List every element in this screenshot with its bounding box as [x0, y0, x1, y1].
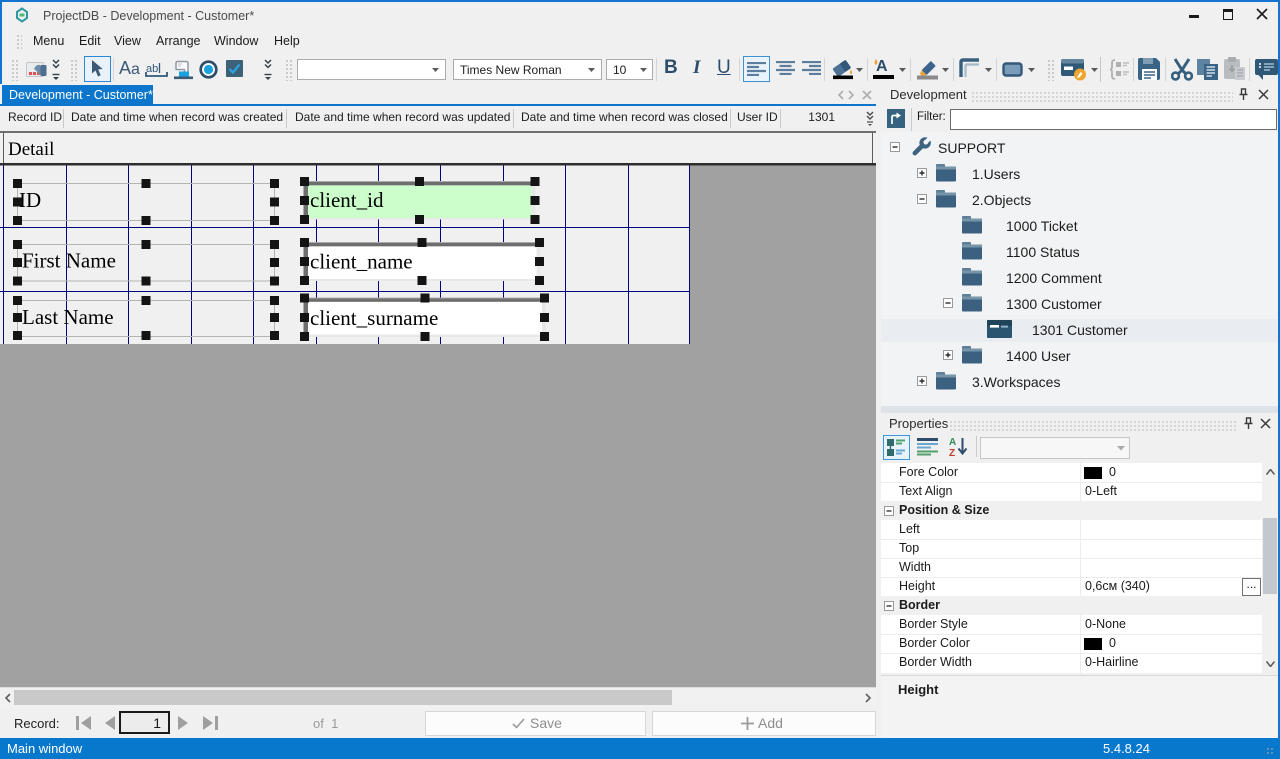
svg-text:ab: ab	[146, 63, 158, 75]
svg-text:client_id: client_id	[310, 188, 384, 212]
svg-text:First Name: First Name	[22, 249, 116, 273]
svg-text:ID: ID	[19, 188, 41, 212]
svg-text:Last Name: Last Name	[22, 305, 114, 329]
svg-text:Z: Z	[949, 448, 955, 457]
svg-text:client_name: client_name	[310, 250, 413, 274]
svg-text:client_surname: client_surname	[310, 306, 438, 330]
svg-text:A: A	[949, 437, 956, 448]
